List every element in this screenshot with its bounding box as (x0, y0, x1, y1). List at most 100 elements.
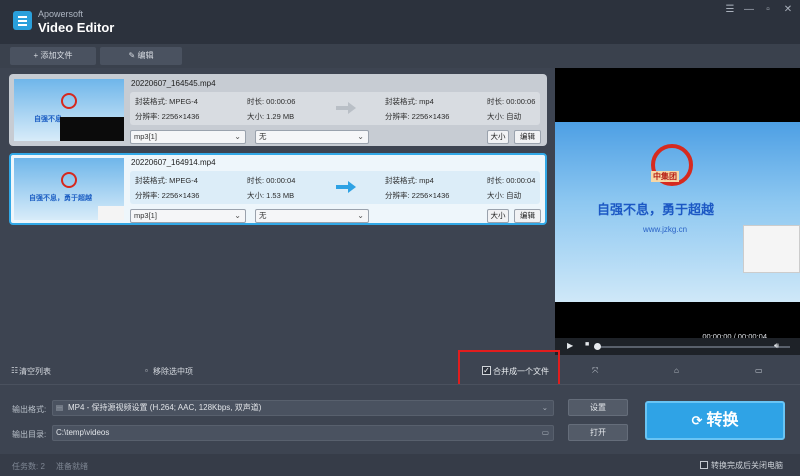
output-duration: 时长: 00:00:06 (487, 97, 536, 106)
thumbnail-slogan: 自强不息，勇于超越 (29, 195, 92, 202)
preview-slogan: 自强不息，勇于超越 (597, 202, 715, 217)
volume-icon[interactable]: 🔊︎ (774, 341, 779, 351)
source-size: 大小: 1.29 MB (247, 112, 295, 121)
file-info: 封装格式: MPEG-4 分辨率: 2256×1436 时长: 00:00:04… (130, 171, 540, 204)
restore-button[interactable]: ▫ (761, 4, 775, 16)
output-format: 封装格式: mp4 (385, 176, 434, 185)
refresh-icon: ⟳ (691, 413, 703, 428)
source-duration: 时长: 00:00:04 (247, 176, 296, 185)
convert-label: 转换 (706, 412, 739, 429)
edit-button[interactable]: ✎ 编辑 (100, 47, 182, 65)
folder-icon[interactable]: ▭ (542, 426, 549, 440)
audio-track-value: mp3[1] (134, 132, 157, 141)
output-size: 大小: 自动 (487, 191, 522, 200)
chevron-down-icon: ⌄ (541, 403, 548, 412)
toolbar: + 添加文件 ✎ 编辑 (0, 44, 800, 68)
subtitle-select[interactable]: 无 ⌄ (255, 209, 369, 223)
file-card-selected[interactable]: 自强不息，勇于超越 20220607_164914.mp4 封装格式: MPEG… (9, 153, 547, 225)
settings-button[interactable]: 设置 (568, 399, 628, 416)
subtitle-value: 无 (259, 211, 267, 220)
subtitle-select[interactable]: 无 ⌄ (255, 130, 369, 144)
output-dir-label: 输出目录: (12, 430, 47, 439)
shutdown-label[interactable]: 转换完成后关闭电脑 (711, 460, 783, 471)
minimize-button[interactable]: — (742, 4, 756, 16)
add-files-button[interactable]: + 添加文件 (10, 47, 96, 65)
source-resolution: 分辨率: 2256×1436 (135, 112, 200, 121)
company-logo-icon (61, 93, 77, 109)
seek-bar[interactable] (594, 346, 790, 348)
arrow-right-icon (336, 181, 356, 193)
overlay-window (743, 225, 800, 273)
overlay-window (98, 206, 124, 220)
shutdown-checkbox[interactable] (700, 461, 708, 469)
audio-track-select[interactable]: mp3[1] ⌄ (130, 209, 246, 223)
remove-icon[interactable]: ▫ (145, 366, 148, 375)
merge-label[interactable]: 合并成一个文件 (493, 366, 549, 377)
play-icon[interactable]: ▶ (567, 341, 573, 350)
seek-handle[interactable] (594, 343, 601, 350)
company-logo-icon (61, 172, 77, 188)
video-icon: ▤ (56, 403, 64, 412)
output-format: 封装格式: mp4 (385, 97, 434, 106)
player-controls: ▶ ■ 🔊︎ (555, 338, 800, 355)
output-size: 大小: 自动 (487, 112, 522, 121)
edit-file-button[interactable]: 编辑 (514, 209, 541, 223)
output-format-select[interactable]: ▤ MP4 - 保持源视频设置 (H.264; AAC, 128Kbps, 双声… (52, 400, 554, 416)
source-format: 封装格式: MPEG-4 (135, 97, 198, 106)
screenshot-icon[interactable]: ⌂ (674, 366, 679, 375)
file-card[interactable]: 自强不息 20220607_164545.mp4 封装格式: MPEG-4 分辨… (9, 74, 547, 146)
file-info: 封装格式: MPEG-4 分辨率: 2256×1436 时长: 00:00:06… (130, 92, 540, 125)
task-count: 任务数: 2 (12, 462, 45, 471)
source-size: 大小: 1.53 MB (247, 191, 295, 200)
output-duration: 时长: 00:00:04 (487, 176, 536, 185)
output-settings: 输出格式: ▤ MP4 - 保持源视频设置 (H.264; AAC, 128Kb… (0, 384, 800, 454)
video-preview[interactable]: 中集团 自强不息，勇于超越 www.jzkg.cn 00:00:00 / 00:… (555, 68, 800, 355)
file-name: 20220607_164545.mp4 (131, 79, 216, 88)
edit-file-button[interactable]: 编辑 (514, 130, 541, 144)
brand-name: Apowersoft (38, 9, 84, 19)
source-format: 封装格式: MPEG-4 (135, 176, 198, 185)
video-thumbnail: 自强不息，勇于超越 (14, 158, 124, 220)
preview-frame: 中集团 自强不息，勇于超越 www.jzkg.cn (555, 122, 800, 302)
merge-checkbox[interactable]: ✓ (482, 366, 491, 375)
subtitle-value: 无 (259, 132, 267, 141)
status-bar: 任务数: 2 准备就绪 转换完成后关闭电脑 (0, 454, 800, 476)
black-overlay (60, 117, 124, 141)
logo-text: 中集团 (651, 171, 679, 182)
open-button[interactable]: 打开 (568, 424, 628, 441)
convert-button[interactable]: ⟳ 转换 (645, 401, 785, 440)
stop-icon[interactable]: ■ (585, 341, 589, 348)
chevron-down-icon: ⌄ (234, 132, 241, 141)
fullscreen-icon[interactable]: ⤧ (592, 366, 598, 376)
app-logo (13, 11, 32, 30)
output-resolution: 分辨率: 2256×1436 (385, 191, 450, 200)
status-text: 准备就绪 (56, 462, 88, 471)
preview-url: www.jzkg.cn (643, 225, 688, 234)
output-format-value: MP4 - 保持源视频设置 (H.264; AAC, 128Kbps, 双声道) (68, 403, 262, 412)
chevron-down-icon: ⌄ (357, 211, 364, 220)
video-thumbnail: 自强不息 (14, 79, 124, 141)
source-resolution: 分辨率: 2256×1436 (135, 191, 200, 200)
size-button[interactable]: 大小 (487, 209, 509, 223)
size-button[interactable]: 大小 (487, 130, 509, 144)
arrow-right-icon (336, 102, 356, 114)
title-bar: Apowersoft Video Editor ☰ — ▫ ✕ (0, 0, 800, 44)
folder-icon[interactable]: ▭ (755, 366, 763, 375)
output-dir-value: C:\temp\videos (56, 428, 110, 437)
audio-track-select[interactable]: mp3[1] ⌄ (130, 130, 246, 144)
clear-list-icon[interactable]: ☷ (11, 366, 18, 375)
thumbnail-slogan: 自强不息 (34, 116, 62, 123)
chevron-down-icon: ⌄ (357, 132, 364, 141)
file-name: 20220607_164914.mp4 (131, 158, 216, 167)
action-bar: ☷ 清空列表 ▫ 移除选中项 ✓ 合并成一个文件 ⤧ ⌂ ▭ (0, 350, 800, 387)
close-button[interactable]: ✕ (781, 4, 795, 16)
output-resolution: 分辨率: 2256×1436 (385, 112, 450, 121)
app-title: Video Editor (38, 20, 115, 35)
output-format-label: 输出格式: (12, 405, 47, 414)
output-dir-input[interactable]: C:\temp\videos ▭ (52, 425, 554, 441)
remove-selected-button[interactable]: 移除选中项 (153, 366, 193, 377)
menu-icon[interactable]: ☰ (723, 4, 737, 16)
file-list: 自强不息 20220607_164545.mp4 封装格式: MPEG-4 分辨… (0, 68, 552, 360)
clear-list-button[interactable]: 清空列表 (19, 366, 51, 377)
audio-track-value: mp3[1] (134, 211, 157, 220)
